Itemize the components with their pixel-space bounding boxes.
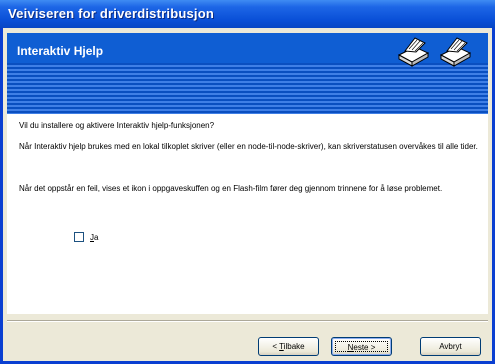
enable-help-option[interactable]: Ja — [74, 232, 98, 242]
question-text: Vil du installere og aktivere Interaktiv… — [19, 121, 215, 130]
description-text-1: Når Interaktiv hjelp brukes med en lokal… — [19, 142, 478, 151]
cancel-button[interactable]: Avbryt — [420, 337, 481, 356]
banner-title: Interaktiv Hjelp — [17, 44, 104, 58]
back-button[interactable]: < Tilbake — [258, 337, 319, 356]
dialog-client-area: Interaktiv Hjelp Vil du installere og ak… — [3, 28, 492, 361]
next-button[interactable]: Neste > — [331, 337, 392, 356]
printer-icon — [397, 37, 430, 67]
enable-help-label[interactable]: Ja — [90, 233, 98, 242]
window-title: Veiviseren for driverdistribusjon — [0, 0, 495, 28]
content-panel: Vil du installere og aktivere Interaktiv… — [7, 114, 488, 314]
button-separator — [7, 320, 488, 322]
focus-rect: Neste > — [335, 341, 388, 352]
enable-help-checkbox[interactable] — [74, 232, 84, 242]
header-banner: Interaktiv Hjelp — [7, 33, 488, 114]
banner-stripes — [7, 71, 488, 114]
description-text-2: Når det oppstår en feil, vises et ikon i… — [19, 184, 443, 193]
printer-icon — [439, 37, 472, 67]
wizard-window: Veiviseren for driverdistribusjon Intera… — [0, 0, 495, 364]
